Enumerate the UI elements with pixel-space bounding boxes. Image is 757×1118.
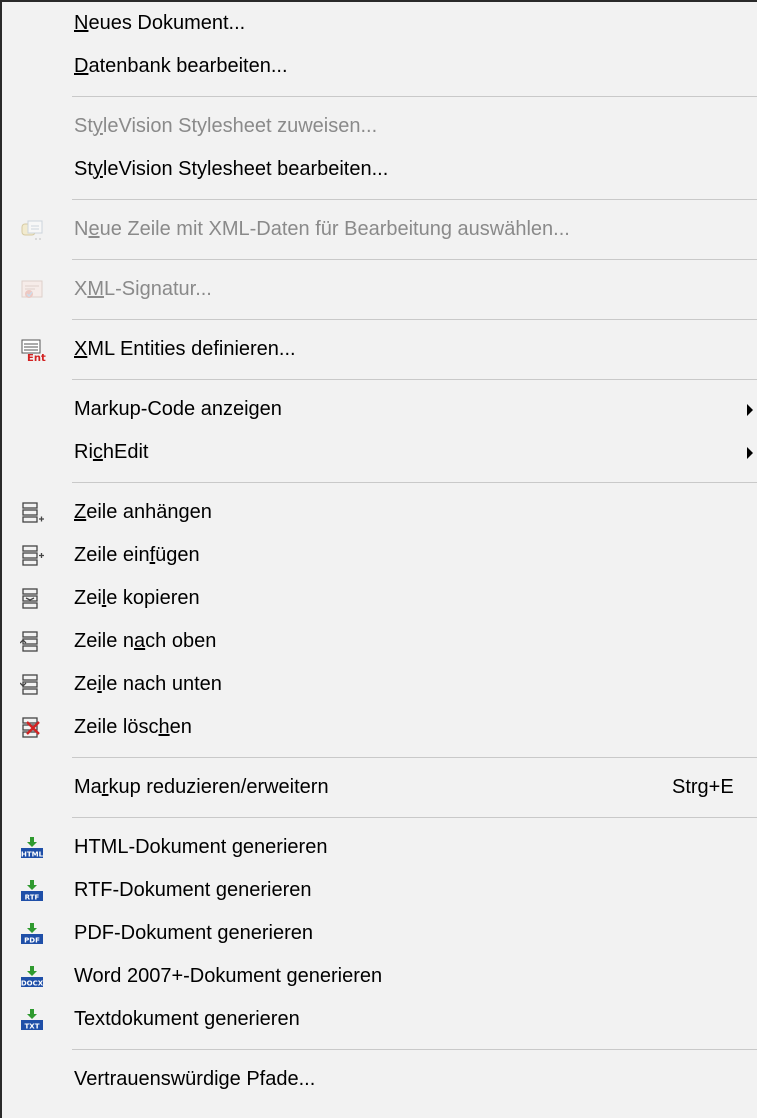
icon-badge-text: HTML [21, 851, 44, 859]
context-menu: Neues Dokument... Datenbank bearbeiten...… [0, 0, 757, 1118]
menu-item-zeile-nach-oben-label: Zeile nach oben [74, 630, 217, 652]
db-row-icon [20, 218, 46, 242]
menu-item-zeile-einfuegen-label: Zeile einfügen [74, 544, 200, 566]
menu-item-neues-dokument[interactable]: Neues Dokument... [2, 2, 757, 45]
menu-item-text-generieren[interactable]: TXT Textdokument generieren [2, 998, 757, 1041]
menu-item-markup-reduzieren-label: Markup reduzieren/erweitern [74, 776, 329, 798]
menu-item-stylesheet-bearbeiten-label: StyleVision Stylesheet bearbeiten... [74, 158, 389, 180]
menu-item-zeile-loeschen-label: Zeile löschen [74, 716, 192, 738]
menu-item-xml-signatur: XML-Signatur... [2, 268, 757, 311]
menu-item-xml-entities-label: XML Entities definieren... [74, 338, 296, 360]
submenu-arrow-icon [747, 447, 753, 459]
row-delete-icon [20, 716, 46, 740]
generate-pdf-icon: PDF [20, 922, 46, 946]
menu-separator [2, 474, 757, 491]
menu-item-xml-entities[interactable]: Ent XML Entities definieren... [2, 328, 757, 371]
menu-item-markup-reduzieren[interactable]: Markup reduzieren/erweitern Strg+E [2, 766, 757, 809]
menu-item-markup-code-anzeigen-label: Markup-Code anzeigen [74, 398, 282, 420]
menu-item-zeile-nach-unten-label: Zeile nach unten [74, 673, 222, 695]
icon-badge-text: TXT [25, 1023, 40, 1031]
menu-item-word-generieren-label: Word 2007+-Dokument generieren [74, 965, 383, 987]
menu-separator [2, 311, 757, 328]
menu-item-vertrauenswuerdige-pfade-label: Vertrauenswürdige Pfade... [74, 1068, 316, 1090]
menu-item-zeile-nach-unten[interactable]: Zeile nach unten [2, 663, 757, 706]
menu-item-zeile-einfuegen[interactable]: Zeile einfügen [2, 534, 757, 577]
generate-html-icon: HTML [20, 836, 46, 860]
row-copy-icon [20, 587, 46, 611]
menu-item-zeile-kopieren-label: Zeile kopieren [74, 587, 200, 609]
menu-item-vertrauenswuerdige-pfade[interactable]: Vertrauenswürdige Pfade... [2, 1058, 757, 1101]
icon-badge-text: PDF [24, 937, 40, 945]
menu-item-datenbank-bearbeiten-label: Datenbank bearbeiten... [74, 55, 288, 77]
signature-icon [20, 278, 46, 302]
menu-item-word-generieren[interactable]: DOCX Word 2007+-Dokument generieren [2, 955, 757, 998]
menu-item-pdf-generieren-label: PDF-Dokument generieren [74, 922, 313, 944]
generate-docx-icon: DOCX [20, 965, 46, 989]
menu-item-datenbank-bearbeiten[interactable]: Datenbank bearbeiten... [2, 45, 757, 88]
generate-txt-icon: TXT [20, 1008, 46, 1032]
generate-rtf-icon: RTF [20, 879, 46, 903]
menu-item-pdf-generieren[interactable]: PDF PDF-Dokument generieren [2, 912, 757, 955]
menu-item-stylesheet-zuweisen-label: StyleVision Stylesheet zuweisen... [74, 115, 378, 137]
menu-item-html-generieren[interactable]: HTML HTML-Dokument generieren [2, 826, 757, 869]
menu-item-richedit[interactable]: RichEdit [2, 431, 757, 474]
row-insert-icon [20, 544, 46, 568]
menu-item-zeile-anhaengen-label: Zeile anhängen [74, 501, 212, 523]
menu-item-html-generieren-label: HTML-Dokument generieren [74, 836, 328, 858]
menu-item-rtf-generieren-label: RTF-Dokument generieren [74, 879, 312, 901]
menu-item-richedit-label: RichEdit [74, 441, 149, 463]
submenu-arrow-icon [747, 404, 753, 416]
menu-item-neues-dokument-label: Neues Dokument... [74, 12, 246, 34]
menu-item-xml-signatur-label: XML-Signatur... [74, 278, 212, 300]
menu-item-stylesheet-bearbeiten[interactable]: StyleVision Stylesheet bearbeiten... [2, 148, 757, 191]
menu-separator [2, 88, 757, 105]
menu-separator [2, 809, 757, 826]
menu-item-zeile-nach-oben[interactable]: Zeile nach oben [2, 620, 757, 663]
menu-item-zeile-loeschen[interactable]: Zeile löschen [2, 706, 757, 749]
shortcut-label: Strg+E [672, 776, 734, 798]
menu-item-zeile-anhaengen[interactable]: Zeile anhängen [2, 491, 757, 534]
menu-item-rtf-generieren[interactable]: RTF RTF-Dokument generieren [2, 869, 757, 912]
menu-item-text-generieren-label: Textdokument generieren [74, 1008, 300, 1030]
menu-separator [2, 191, 757, 208]
row-down-icon [20, 673, 46, 697]
row-append-icon [20, 501, 46, 525]
icon-badge-text: RTF [25, 894, 40, 902]
entities-icon: Ent [20, 338, 46, 362]
menu-item-zeile-kopieren[interactable]: Zeile kopieren [2, 577, 757, 620]
menu-item-neue-zeile-xml-daten: Neue Zeile mit XML-Daten für Bearbeitung… [2, 208, 757, 251]
icon-badge-text: DOCX [21, 980, 44, 988]
icon-badge-text: Ent [27, 353, 46, 362]
menu-separator [2, 1041, 757, 1058]
menu-separator [2, 251, 757, 268]
menu-separator [2, 371, 757, 388]
menu-separator [2, 749, 757, 766]
menu-item-neue-zeile-xml-daten-label: Neue Zeile mit XML-Daten für Bearbeitung… [74, 218, 570, 240]
menu-item-markup-code-anzeigen[interactable]: Markup-Code anzeigen [2, 388, 757, 431]
row-up-icon [20, 630, 46, 654]
menu-item-stylesheet-zuweisen: StyleVision Stylesheet zuweisen... [2, 105, 757, 148]
